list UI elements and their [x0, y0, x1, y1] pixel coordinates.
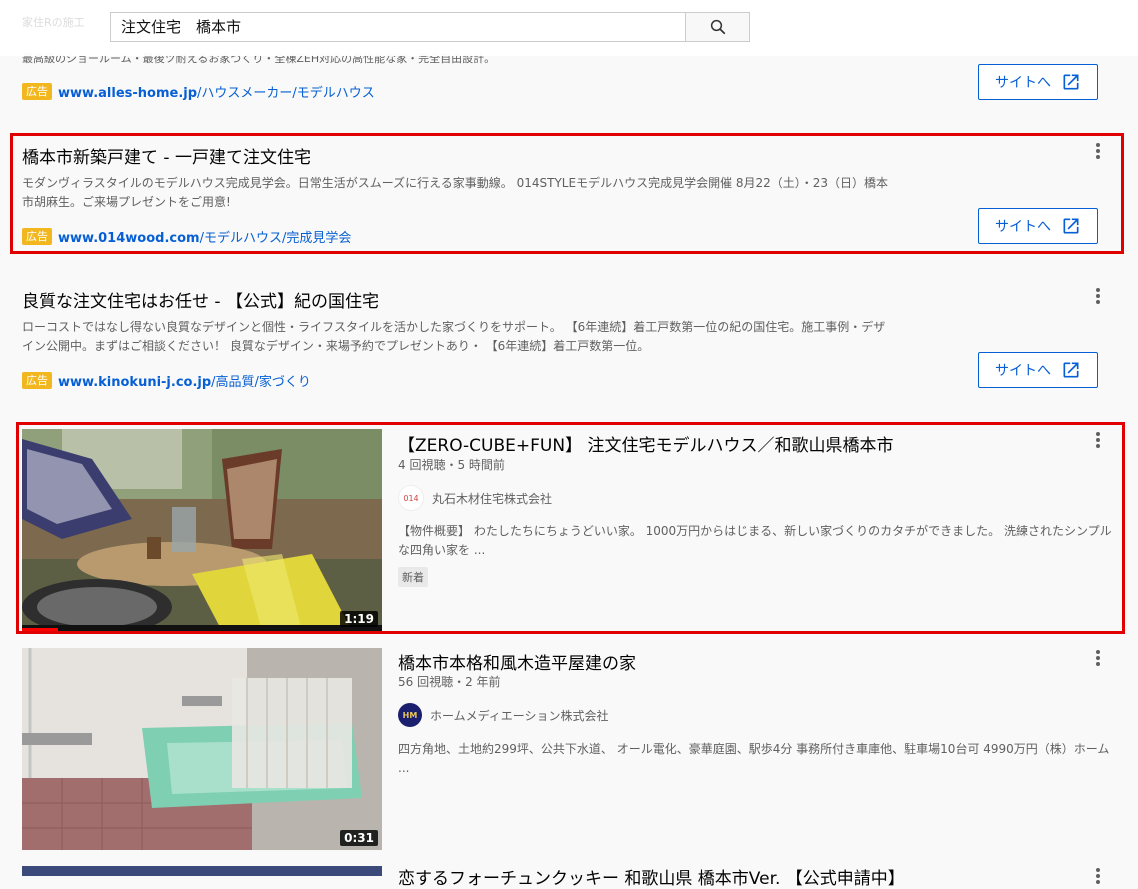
ad-url-row: 広告 www.014wood.com/モデルハウス/完成見学会	[22, 227, 351, 246]
search-button[interactable]	[685, 12, 750, 42]
visit-site-button[interactable]: サイトへ	[978, 352, 1098, 388]
channel-avatar[interactable]: 014	[398, 485, 424, 511]
ad-badge: 広告	[22, 228, 52, 245]
more-options-icon[interactable]	[1090, 866, 1106, 886]
visit-site-button[interactable]: サイトへ	[978, 64, 1098, 100]
external-link-icon	[1063, 362, 1079, 378]
search-icon	[710, 19, 725, 35]
channel-row[interactable]: HM ホームメディエーション株式会社	[398, 703, 609, 727]
search-input[interactable]: 注文住宅 橋本市	[110, 12, 685, 42]
thumbnail-image	[22, 648, 382, 850]
ad-title[interactable]: 良質な注文住宅はお任せ - 【公式】紀の国住宅	[22, 287, 379, 312]
channel-avatar[interactable]: HM	[398, 703, 422, 727]
video-thumbnail[interactable]: 0:31	[22, 648, 382, 850]
more-options-icon[interactable]	[1090, 141, 1106, 161]
masthead: 注文住宅 橋本市	[0, 0, 1138, 56]
more-options-icon[interactable]	[1090, 648, 1106, 668]
video-description: 四方角地、土地約299坪、公共下水道、 オール電化、豪華庭園、駅歩4分 事務所付…	[398, 742, 1110, 775]
ad-badge: 広告	[22, 83, 52, 100]
ad-description: モダンヴィラスタイルのモデルハウス完成見学会。日常生活がスムーズに行える家事動線…	[22, 176, 889, 209]
channel-name[interactable]: 丸石木材住宅株式会社	[432, 490, 552, 507]
watch-progress-bar	[22, 628, 58, 631]
channel-row[interactable]: 014 丸石木材住宅株式会社	[398, 485, 552, 511]
video-duration: 0:31	[340, 830, 378, 846]
external-link-icon	[1063, 74, 1079, 90]
peek-left-fragment: 家住Rの施工	[22, 16, 85, 29]
thumbnail-image	[22, 429, 382, 631]
ad-url-row: 広告 www.kinokuni-j.co.jp/高品質/家づくり	[22, 371, 311, 390]
video-title[interactable]: 橋本市本格和風木造平屋建の家	[398, 649, 636, 674]
ad-badge: 広告	[22, 372, 52, 389]
more-options-icon[interactable]	[1090, 430, 1106, 450]
video-meta: 56 回視聴・2 年前	[398, 675, 501, 689]
ad-url-link[interactable]: www.014wood.com/モデルハウス/完成見学会	[58, 227, 351, 246]
visit-site-button[interactable]: サイトへ	[978, 208, 1098, 244]
new-badge: 新着	[398, 567, 428, 587]
ad-url-link[interactable]: www.kinokuni-j.co.jp/高品質/家づくり	[58, 371, 311, 390]
video-description: 【物件概要】 わたしたちにちょうどいい家。 1000万円からはじまる、新しい家づ…	[398, 524, 1112, 557]
video-thumbnail[interactable]	[22, 866, 382, 876]
ad-title[interactable]: 橋本市新築戸建て - 一戸建て注文住宅	[22, 143, 311, 168]
more-options-icon[interactable]	[1090, 286, 1106, 306]
ad-url-row: 広告 www.alles-home.jp/ハウスメーカー/モデルハウス	[22, 82, 375, 101]
ad-description: ローコストではなし得ない良質なデザインと個性・ライフスタイルを活かした家づくりを…	[22, 320, 886, 353]
video-meta: 4 回視聴・5 時間前	[398, 458, 505, 472]
video-title[interactable]: 【ZERO-CUBE+FUN】 注文住宅モデルハウス／和歌山県橋本市	[398, 431, 894, 456]
ad-url-link[interactable]: www.alles-home.jp/ハウスメーカー/モデルハウス	[58, 82, 375, 101]
channel-name[interactable]: ホームメディエーション株式会社	[430, 707, 609, 724]
external-link-icon	[1063, 218, 1079, 234]
video-title[interactable]: 恋するフォーチュンクッキー 和歌山県 橋本市Ver. 【公式申請中】	[398, 864, 905, 889]
video-duration: 1:19	[340, 611, 378, 627]
video-thumbnail[interactable]: 1:19	[22, 429, 382, 631]
